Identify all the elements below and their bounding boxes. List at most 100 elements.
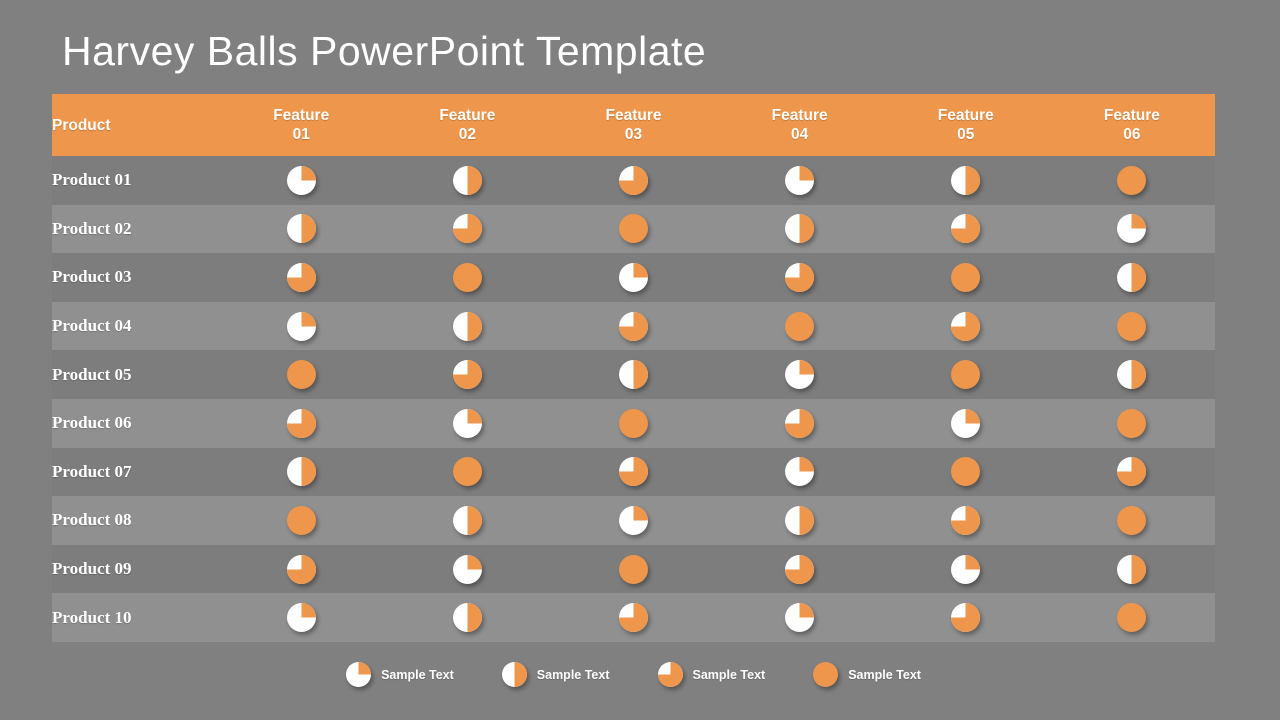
harvey-ball-cell[interactable] [550, 496, 717, 545]
harvey-ball-cell[interactable] [384, 350, 551, 399]
harvey-ball-cell[interactable] [882, 156, 1049, 205]
harvey-ball-cell[interactable] [550, 301, 717, 351]
harvey-ball-cell[interactable] [550, 253, 717, 302]
harvey-ball-cell[interactable] [550, 544, 717, 594]
harvey-ball-cell[interactable] [882, 350, 1049, 399]
harvey-ball-cell[interactable] [384, 496, 551, 545]
column-header-feature-06[interactable]: Feature 06 [1048, 94, 1215, 156]
harvey-ball-cell[interactable] [1048, 301, 1215, 351]
column-header-feature-05[interactable]: Feature 05 [882, 94, 1049, 156]
product-name-cell[interactable]: Product 05 [52, 350, 219, 399]
harvey-ball-cell[interactable] [716, 398, 883, 448]
legend-item[interactable]: Sample Text [501, 662, 610, 687]
legend-item[interactable]: Sample Text [657, 662, 765, 687]
harvey-ball-cell[interactable] [882, 398, 1049, 448]
harvey-ball-cell[interactable] [218, 496, 385, 545]
harvey-ball-cell[interactable] [1048, 593, 1215, 642]
harvey-ball-cell[interactable] [1048, 447, 1215, 497]
harvey-ball-cell[interactable] [716, 156, 883, 205]
product-name-cell[interactable]: Product 10 [52, 593, 219, 642]
harvey-ball-cell[interactable] [1048, 156, 1215, 205]
harvey-ball-cell[interactable] [384, 544, 551, 594]
product-name-cell[interactable]: Product 07 [52, 447, 219, 497]
harvey-ball-cell[interactable] [882, 593, 1049, 642]
harvey-balls-table: Product Feature 01 Feature 02 Feature 03 Featur… [52, 94, 1215, 642]
harvey-ball-cell[interactable] [550, 447, 717, 497]
harvey-ball-cell[interactable] [550, 593, 717, 642]
harvey-ball-cell[interactable] [550, 398, 717, 448]
harvey-ball-cell[interactable] [218, 544, 385, 594]
harvey-ball-cell[interactable] [716, 253, 883, 302]
harvey-ball-icon [657, 662, 683, 687]
harvey-ball-cell[interactable] [882, 544, 1049, 594]
harvey-ball-icon [951, 408, 981, 438]
harvey-ball-icon [501, 662, 527, 687]
harvey-ball-cell[interactable] [716, 544, 883, 594]
harvey-ball-cell[interactable] [882, 204, 1049, 254]
harvey-ball-icon [1117, 505, 1147, 535]
harvey-ball-icon [1117, 408, 1147, 438]
harvey-ball-cell[interactable] [218, 593, 385, 642]
product-name-cell[interactable]: Product 09 [52, 544, 219, 594]
harvey-ball-cell[interactable] [550, 156, 717, 205]
table-body: Product 01 Product 02 Product 03 Product 04… [52, 156, 1215, 642]
harvey-ball-cell[interactable] [716, 301, 883, 351]
harvey-ball-cell[interactable] [716, 496, 883, 545]
harvey-ball-icon [951, 214, 981, 244]
harvey-ball-cell[interactable] [218, 253, 385, 302]
product-name-cell[interactable]: Product 06 [52, 398, 219, 448]
column-header-number: 02 [458, 126, 476, 143]
harvey-ball-cell[interactable] [550, 350, 717, 399]
harvey-ball-cell[interactable] [716, 593, 883, 642]
harvey-ball-cell[interactable] [218, 447, 385, 497]
harvey-ball-icon [785, 408, 815, 438]
harvey-ball-cell[interactable] [384, 204, 551, 254]
harvey-ball-cell[interactable] [384, 253, 551, 302]
column-header-number: 04 [791, 126, 809, 143]
harvey-ball-cell[interactable] [1048, 496, 1215, 545]
harvey-ball-cell[interactable] [716, 204, 883, 254]
product-name-cell[interactable]: Product 01 [52, 156, 219, 205]
harvey-ball-cell[interactable] [218, 204, 385, 254]
harvey-ball-cell[interactable] [384, 447, 551, 497]
harvey-ball-cell[interactable] [218, 301, 385, 351]
column-header-label: Feature [937, 107, 994, 124]
product-name-cell[interactable]: Product 02 [52, 204, 219, 254]
harvey-ball-cell[interactable] [384, 593, 551, 642]
harvey-ball-cell[interactable] [384, 301, 551, 351]
harvey-ball-icon [452, 554, 482, 584]
column-header-feature-01[interactable]: Feature 01 [218, 94, 385, 156]
harvey-ball-cell[interactable] [384, 156, 551, 205]
harvey-ball-icon [286, 603, 316, 633]
product-name-cell[interactable]: Product 08 [52, 496, 219, 545]
harvey-ball-cell[interactable] [882, 301, 1049, 351]
harvey-ball-cell[interactable] [882, 253, 1049, 302]
harvey-ball-cell[interactable] [1048, 204, 1215, 254]
product-name-cell[interactable]: Product 04 [52, 301, 219, 351]
table-row: Product 09 [52, 544, 1215, 594]
harvey-ball-cell[interactable] [1048, 544, 1215, 594]
legend-item[interactable]: Sample Text [813, 662, 921, 687]
harvey-ball-cell[interactable] [218, 398, 385, 448]
product-name-cell[interactable]: Product 03 [52, 253, 219, 302]
column-header-product[interactable]: Product [52, 94, 219, 156]
harvey-ball-cell[interactable] [1048, 398, 1215, 448]
column-header-label: Feature [439, 107, 496, 124]
harvey-ball-cell[interactable] [716, 350, 883, 399]
legend-item[interactable]: Sample Text [346, 662, 454, 687]
column-header-feature-04[interactable]: Feature 04 [716, 94, 883, 156]
harvey-ball-cell[interactable] [218, 156, 385, 205]
harvey-ball-cell[interactable] [716, 447, 883, 497]
legend-item-label: Sample Text [381, 667, 454, 682]
column-header-feature-03[interactable]: Feature 03 [550, 94, 717, 156]
harvey-ball-cell[interactable] [550, 204, 717, 254]
column-header-feature-02[interactable]: Feature 02 [384, 94, 551, 156]
harvey-ball-cell[interactable] [384, 398, 551, 448]
harvey-ball-cell[interactable] [1048, 350, 1215, 399]
harvey-ball-cell[interactable] [218, 350, 385, 399]
harvey-ball-icon [785, 360, 815, 390]
harvey-ball-cell[interactable] [882, 447, 1049, 497]
harvey-ball-icon [286, 262, 316, 292]
harvey-ball-cell[interactable] [1048, 253, 1215, 302]
harvey-ball-cell[interactable] [882, 496, 1049, 545]
